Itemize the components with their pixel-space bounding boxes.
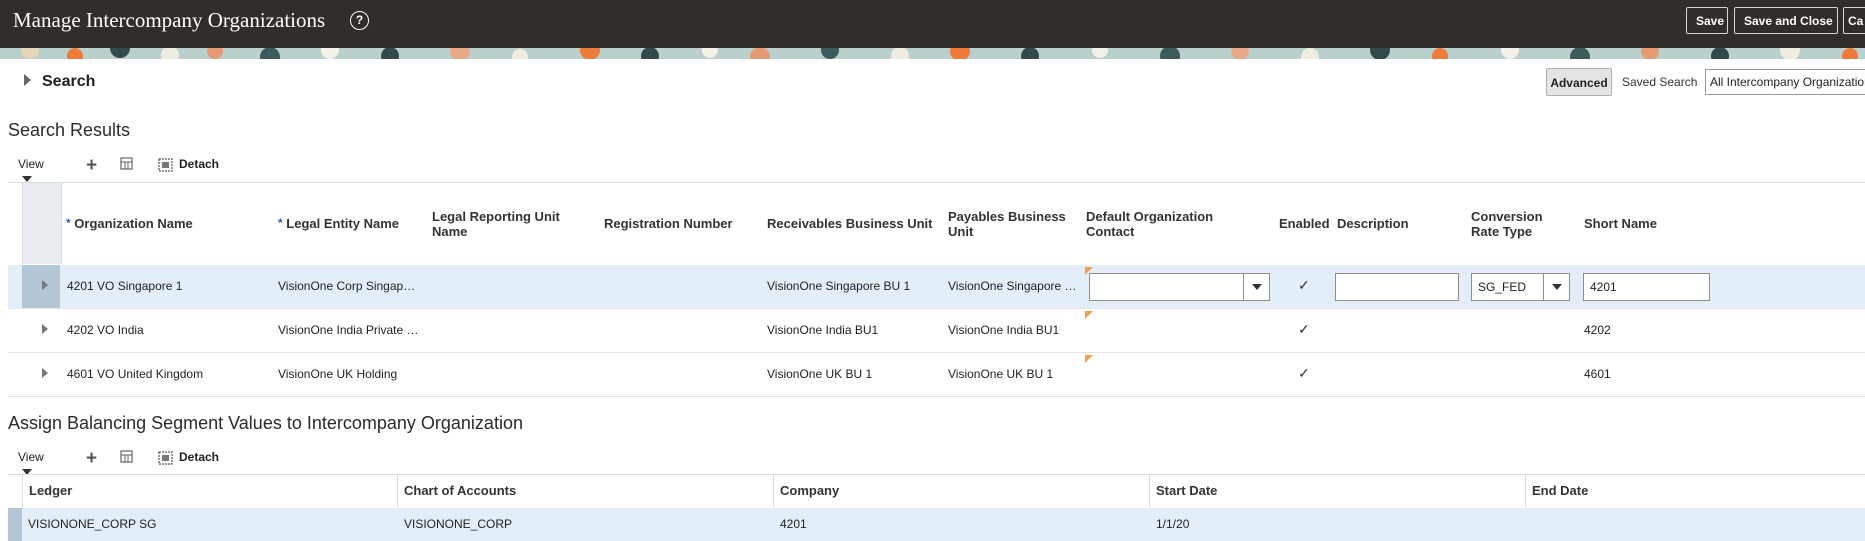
col-end-date[interactable]: End Date xyxy=(1526,475,1865,507)
saved-search-select[interactable]: All Intercompany Organizations xyxy=(1705,69,1865,95)
col-receivables-bu[interactable]: Receivables Business Unit xyxy=(767,216,932,231)
expand-row-icon[interactable] xyxy=(42,324,48,334)
decorative-banner xyxy=(0,48,1865,59)
col-default-org-contact[interactable]: Default Organization Contact xyxy=(1086,209,1213,239)
add-row-icon[interactable]: + xyxy=(86,448,97,470)
enabled-check-icon[interactable]: ✓ xyxy=(1298,321,1310,338)
enabled-check-icon[interactable]: ✓ xyxy=(1298,365,1310,382)
col-start-date[interactable]: Start Date xyxy=(1150,475,1526,507)
legal-entity-cell: VisionOne India Private Limited xyxy=(278,323,420,337)
col-legal-entity-name[interactable]: * Legal Entity Name xyxy=(278,216,399,231)
conversion-rate-select[interactable]: SG_FED xyxy=(1471,273,1570,301)
org-name-cell: 4201 VO Singapore 1 xyxy=(67,279,183,293)
header-selector-column xyxy=(22,183,62,264)
col-short-name[interactable]: Short Name xyxy=(1584,216,1657,231)
expand-row-icon[interactable] xyxy=(42,368,48,378)
table-row[interactable]: 4201 VO Singapore 1 VisionOne Corp Singa… xyxy=(8,265,1865,309)
assign-section-title: Assign Balancing Segment Values to Inter… xyxy=(8,413,523,433)
org-name-cell: 4601 VO United Kingdom xyxy=(67,367,204,381)
chevron-down-icon xyxy=(22,175,32,182)
add-row-icon[interactable]: + xyxy=(86,155,97,177)
detach-icon[interactable] xyxy=(158,451,173,468)
cancel-button[interactable]: Ca xyxy=(1843,7,1865,34)
format-table-icon[interactable] xyxy=(120,450,134,467)
dropdown-button[interactable] xyxy=(1243,274,1269,300)
receivables-bu-cell: VisionOne Singapore BU 1 xyxy=(767,279,911,293)
changed-flag-icon xyxy=(1085,355,1093,363)
chevron-down-icon xyxy=(1552,284,1562,290)
table-row[interactable]: VISIONONE_CORP SG VISIONONE_CORP 4201 1/… xyxy=(8,508,1865,541)
col-conversion-rate-type[interactable]: Conversion Rate Type xyxy=(1471,209,1543,239)
page-title: Manage Intercompany Organizations xyxy=(13,8,326,32)
detach-button[interactable]: Detach xyxy=(179,157,219,171)
legal-entity-cell: VisionOne UK Holding xyxy=(278,367,398,381)
start-date-cell: 1/1/20 xyxy=(1156,517,1190,531)
balancing-segment-table: Ledger Chart of Accounts Company Start D… xyxy=(8,474,1865,541)
save-button[interactable]: Save xyxy=(1686,7,1728,34)
format-table-icon[interactable] xyxy=(120,157,134,174)
col-ledger[interactable]: Ledger xyxy=(22,475,398,507)
expand-search-icon[interactable] xyxy=(24,74,31,89)
col-enabled[interactable]: Enabled xyxy=(1279,216,1330,231)
enabled-check-icon[interactable]: ✓ xyxy=(1298,277,1310,294)
legal-entity-cell: VisionOne Corp Singapore xyxy=(278,279,420,293)
changed-flag-icon xyxy=(1085,311,1093,319)
table-row[interactable]: 4601 VO United Kingdom VisionOne UK Hold… xyxy=(8,353,1865,397)
receivables-bu-cell: VisionOne UK BU 1 xyxy=(767,367,873,381)
org-name-cell: 4202 VO India xyxy=(67,323,144,337)
view-menu[interactable]: View xyxy=(18,157,44,185)
coa-cell: VISIONONE_CORP xyxy=(404,517,513,531)
col-legal-reporting-unit[interactable]: Legal Reporting Unit Name xyxy=(432,209,560,239)
payables-bu-cell: VisionOne India BU1 xyxy=(948,323,1060,337)
col-chart-of-accounts[interactable]: Chart of Accounts xyxy=(398,475,774,507)
search-heading[interactable]: Search xyxy=(42,73,95,91)
short-name-cell: 4202 xyxy=(1584,323,1611,337)
col-company[interactable]: Company xyxy=(774,475,1150,507)
company-cell: 4201 xyxy=(780,517,807,531)
advanced-button[interactable]: Advanced xyxy=(1546,68,1612,96)
short-name-cell: 4601 xyxy=(1584,367,1611,381)
col-description[interactable]: Description xyxy=(1337,216,1409,231)
page-header: Manage Intercompany Organizations ? Save… xyxy=(0,0,1865,48)
row-selector[interactable] xyxy=(22,265,60,308)
receivables-bu-cell: VisionOne India BU1 xyxy=(767,323,879,337)
payables-bu-cell: VisionOne UK BU 1 xyxy=(948,367,1054,381)
help-icon[interactable]: ? xyxy=(350,11,369,30)
detach-icon[interactable] xyxy=(158,158,173,175)
detach-button[interactable]: Detach xyxy=(179,450,219,464)
col-payables-bu[interactable]: Payables Business Unit xyxy=(948,209,1066,239)
table-row[interactable]: 4202 VO India VisionOne India Private Li… xyxy=(8,309,1865,353)
description-input[interactable] xyxy=(1335,273,1459,301)
row-selector[interactable] xyxy=(22,353,60,396)
row-selector[interactable] xyxy=(8,508,22,541)
save-and-close-button[interactable]: Save and Close xyxy=(1734,7,1838,34)
col-organization-name[interactable]: * Organization Name xyxy=(66,216,193,231)
default-contact-select[interactable] xyxy=(1089,273,1270,301)
ledger-cell: VISIONONE_CORP SG xyxy=(28,517,157,531)
dropdown-button[interactable] xyxy=(1543,274,1569,300)
chevron-down-icon xyxy=(1252,284,1262,290)
search-results-table: * Organization Name * Legal Entity Name … xyxy=(8,182,1865,397)
search-results-title: Search Results xyxy=(8,120,131,140)
col-registration-number[interactable]: Registration Number xyxy=(604,216,733,231)
row-selector[interactable] xyxy=(22,309,60,352)
short-name-input[interactable]: 4201 xyxy=(1583,273,1710,301)
payables-bu-cell: VisionOne Singapore BU 1 xyxy=(948,279,1078,293)
expand-row-icon[interactable] xyxy=(42,280,48,290)
saved-search-label: Saved Search xyxy=(1622,75,1698,89)
